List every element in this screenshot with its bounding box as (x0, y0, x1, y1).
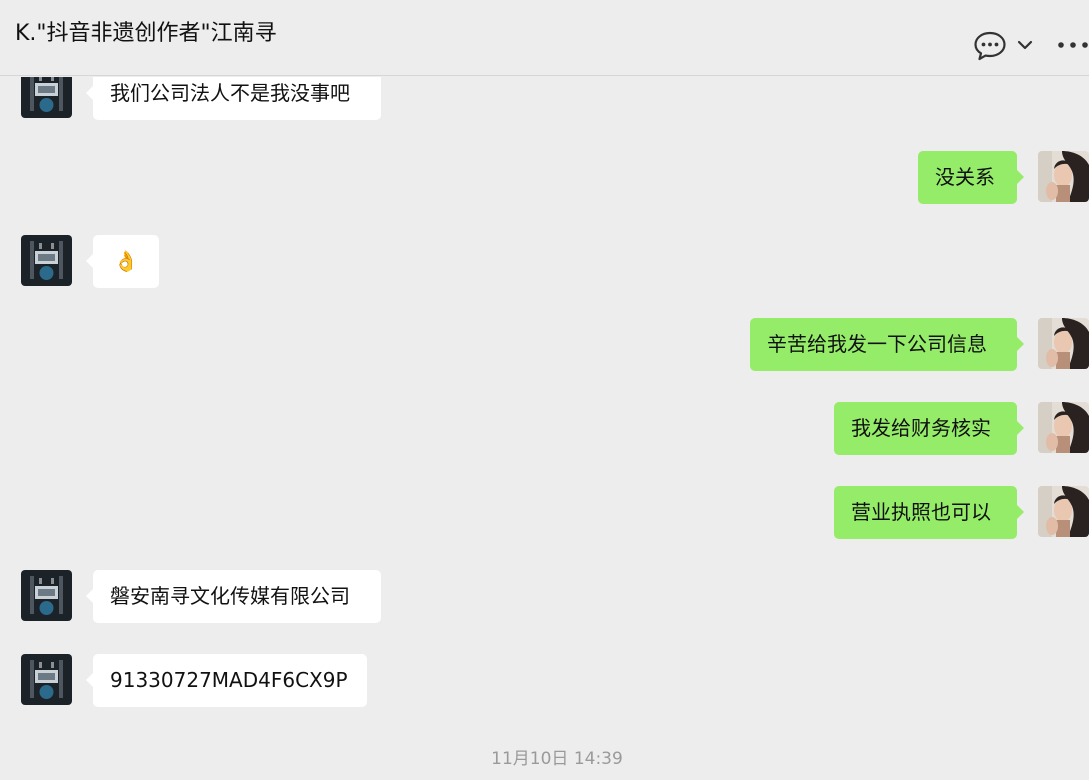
pin-icon[interactable] (889, 0, 901, 4)
message-text: 没关系 (935, 165, 995, 189)
self-avatar[interactable] (1038, 318, 1089, 369)
message-bubble-outgoing[interactable]: 辛苦给我发一下公司信息 (750, 318, 1024, 371)
message-bubble-incoming[interactable]: 磐安南寻文化传媒有限公司 (86, 570, 381, 623)
message-bubble-incoming[interactable]: 我们公司法人不是我没事吧 (86, 77, 381, 120)
message-text: 我发给财务核实 (851, 416, 991, 440)
message-text: 磐安南寻文化传媒有限公司 (110, 584, 350, 608)
contact-avatar[interactable] (21, 570, 72, 621)
close-icon[interactable] (1078, 0, 1089, 4)
message-bubble-outgoing[interactable]: 我发给财务核实 (834, 402, 1024, 455)
message-text: 辛苦给我发一下公司信息 (767, 332, 987, 356)
message-list[interactable]: 我们公司法人不是我没事吧 没关系 👌 辛苦给我发一下公司信息 我发给财务核实 营… (0, 77, 1089, 780)
message-bubble-outgoing[interactable]: 营业执照也可以 (834, 486, 1024, 539)
more-dots-icon[interactable] (1057, 39, 1089, 51)
message-bubble-outgoing[interactable]: 没关系 (918, 151, 1024, 204)
message-bubble-incoming[interactable]: 👌 (86, 235, 159, 288)
ok-hand-emoji: 👌 (113, 249, 139, 273)
chat-header: K."抖音非遗创作者"江南寻 (0, 0, 1089, 76)
contact-avatar[interactable] (21, 654, 72, 705)
chevron-down-icon[interactable] (1017, 39, 1033, 51)
chat-title: K."抖音非遗创作者"江南寻 (15, 21, 277, 46)
contact-avatar[interactable] (21, 77, 72, 118)
contact-avatar[interactable] (21, 235, 72, 286)
message-text: 我们公司法人不是我没事吧 (110, 81, 350, 105)
message-text: 营业执照也可以 (851, 500, 991, 524)
maximize-icon[interactable] (1020, 0, 1032, 4)
self-avatar[interactable] (1038, 151, 1089, 202)
self-avatar[interactable] (1038, 402, 1089, 453)
message-text: 91330727MAD4F6CX9P (110, 668, 348, 692)
speech-bubble-icon[interactable] (973, 30, 1007, 62)
self-avatar[interactable] (1038, 486, 1089, 537)
message-bubble-incoming[interactable]: 91330727MAD4F6CX9P (86, 654, 367, 707)
timestamp-divider: 11月10日 14:39 (491, 749, 623, 769)
